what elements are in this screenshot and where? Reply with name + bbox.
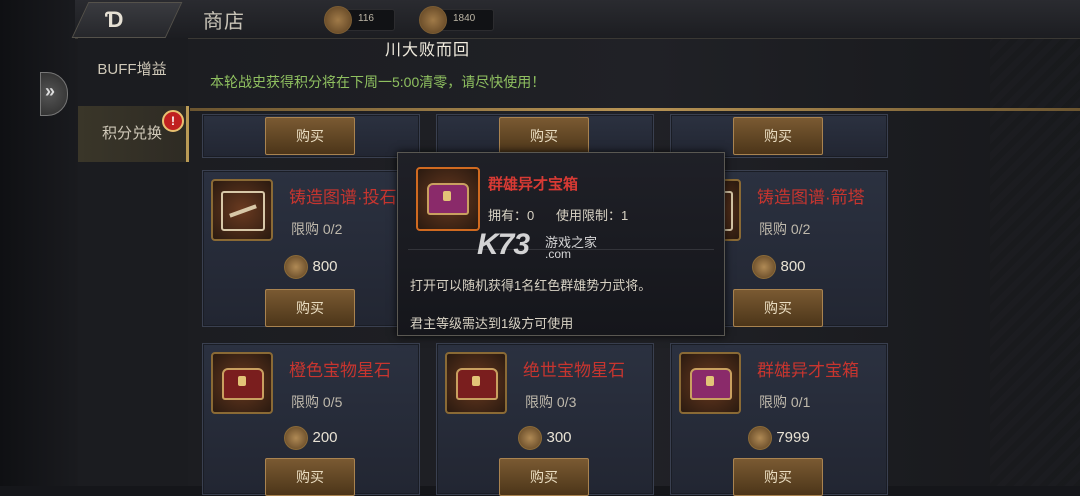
sidebar-item-buff[interactable]: BUFF增益 xyxy=(78,42,186,98)
gold-currency: 116 xyxy=(324,6,395,34)
sidebar-item-label: 积分兑换 xyxy=(101,125,162,142)
buy-button[interactable]: 购买 xyxy=(733,458,823,496)
purchase-limit: 限购 0/3 xyxy=(525,394,577,410)
sidebar: BUFF增益 积分兑换 ! xyxy=(78,38,189,486)
popup-requirement: 君主等级需达到1级方可使用 xyxy=(410,316,574,331)
item-name: 橙色宝物星石 xyxy=(289,361,391,380)
hero-chest-icon xyxy=(679,352,741,414)
purchase-limit: 限购 0/2 xyxy=(759,221,811,237)
page-title: 商店 xyxy=(203,11,245,33)
shop-card: 铸造图谱·投石 限购 0/2 800 购买 xyxy=(202,170,420,327)
buy-button[interactable]: 购买 xyxy=(733,289,823,327)
purchase-limit: 限购 0/2 xyxy=(291,221,343,237)
price: 200 xyxy=(203,426,419,450)
shop-card: 绝世宝物星石 限购 0/3 300 购买 xyxy=(436,343,654,496)
buy-button[interactable]: 购买 xyxy=(265,289,355,327)
popup-item-name: 群雄异才宝箱 xyxy=(488,176,579,193)
background-texture xyxy=(990,0,1080,486)
points-coin-icon xyxy=(419,6,447,34)
popup-description: 打开可以随机获得1名红色群雄势力武将。 xyxy=(410,278,652,293)
item-name: 绝世宝物星石 xyxy=(523,361,625,380)
use-limit: 使用限制：1 xyxy=(556,208,629,223)
sidebar-item-points-exchange[interactable]: 积分兑换 ! xyxy=(78,106,189,162)
shop-card: 群雄异才宝箱 限购 0/1 7999 购买 xyxy=(670,343,888,496)
alert-badge: ! xyxy=(162,110,184,132)
points-currency: 1840 xyxy=(419,6,494,34)
buy-button[interactable]: 购买 xyxy=(733,117,823,155)
item-name: 群雄异才宝箱 xyxy=(757,361,859,380)
marquee-text: 川大败而回 xyxy=(385,42,471,59)
item-name: 铸造图谱·箭塔 xyxy=(757,188,865,207)
double-chevron-right-icon: » xyxy=(45,81,56,101)
shop-card: 橙色宝物星石 限购 0/5 200 购买 xyxy=(202,343,420,496)
coin-icon xyxy=(748,426,773,450)
hero-chest-icon xyxy=(416,167,480,231)
purchase-limit: 限购 0/5 xyxy=(291,394,343,410)
price: 800 xyxy=(203,255,419,279)
coin-icon xyxy=(284,426,309,450)
shop-card: 购买 xyxy=(202,114,420,158)
price: 7999 xyxy=(671,426,887,450)
coin-icon xyxy=(284,255,309,279)
purchase-limit: 限购 0/1 xyxy=(759,394,811,410)
coin-icon xyxy=(518,426,543,450)
buy-button[interactable]: 购买 xyxy=(265,117,355,155)
watermark-logo: K73 xyxy=(477,228,530,261)
coin-icon xyxy=(752,255,777,279)
divider xyxy=(190,108,1080,111)
watermark: K73 游戏之家 .com xyxy=(477,228,598,261)
buy-button[interactable]: 购买 xyxy=(265,458,355,496)
back-icon: Ɗ xyxy=(105,7,124,32)
chest-icon xyxy=(445,352,507,414)
gold-ingot-icon xyxy=(324,6,352,34)
chest-icon xyxy=(211,352,273,414)
item-name: 铸造图谱·投石 xyxy=(289,188,397,207)
buy-button[interactable]: 购买 xyxy=(499,458,589,496)
buy-button[interactable]: 购买 xyxy=(499,117,589,155)
blueprint-icon xyxy=(211,179,273,241)
owned-count: 拥有：0 xyxy=(488,208,535,223)
notice-text: 本轮战史获得积分将在下周一5:00清零，请尽快使用！ xyxy=(210,74,546,90)
price: 300 xyxy=(437,426,653,450)
